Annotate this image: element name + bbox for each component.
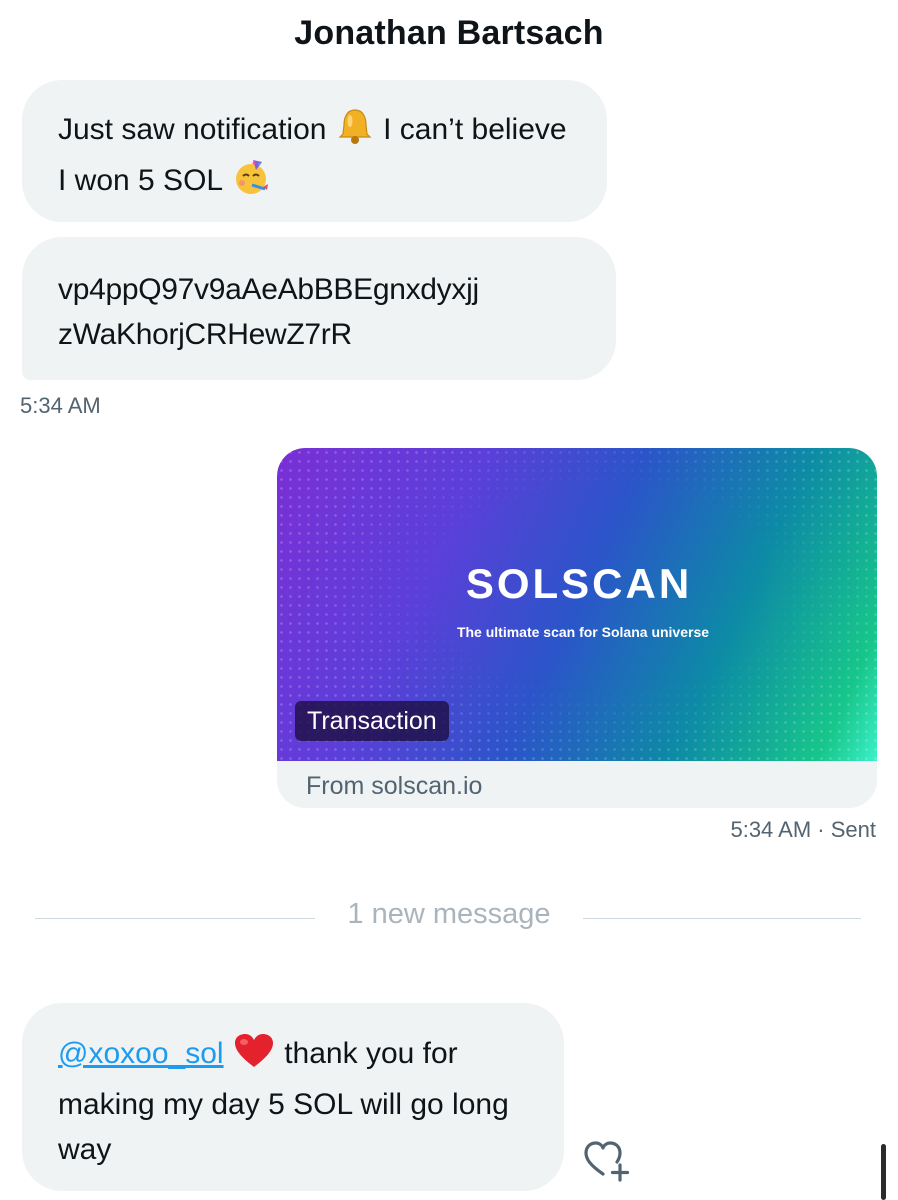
new-message-divider: 1 new message — [347, 898, 551, 930]
message-bubble-received[interactable]: vp4ppQ97v9aAeAbBBEgnxdyxjj zWaKhorjCRHew… — [22, 237, 616, 380]
message-text: Just saw notification — [58, 113, 335, 146]
link-preview-card[interactable]: SOLSCAN The ultimate scan for Solana uni… — [277, 448, 877, 808]
partying-face-emoji-icon — [232, 158, 270, 209]
message-timestamp-sent: 5:34 AM · Sent — [730, 817, 876, 842]
conversation-title: Jonathan Bartsach — [294, 14, 604, 52]
link-preview-source: From solscan.io — [306, 772, 483, 800]
divider-line — [583, 918, 861, 919]
message-timestamp: 5:34 AM — [20, 393, 101, 418]
message-text-line: zWaKhorjCRHewZ7rR — [58, 318, 352, 351]
bell-emoji-icon — [337, 107, 373, 158]
link-preview-tagline: The ultimate scan for Solana universe — [456, 624, 710, 640]
solscan-logo: SOLSCAN — [465, 560, 693, 607]
link-preview-title-badge: Transaction — [295, 701, 449, 741]
mention-link[interactable]: @xoxoo_sol — [58, 1037, 224, 1070]
message-bubble-received[interactable]: @xoxoo_sol thank you for making my day 5… — [22, 1003, 564, 1191]
heart-plus-icon[interactable] — [584, 1140, 632, 1182]
message-text-line: vp4ppQ97v9aAeAbBBEgnxdyxjj — [58, 273, 479, 306]
link-preview-image[interactable]: SOLSCAN The ultimate scan for Solana uni… — [277, 448, 877, 761]
divider-line — [35, 918, 315, 919]
message-bubble-received[interactable]: Just saw notification I can’t believe I … — [22, 80, 607, 222]
scrollbar[interactable] — [881, 1144, 886, 1200]
red-heart-emoji-icon — [234, 1033, 274, 1082]
